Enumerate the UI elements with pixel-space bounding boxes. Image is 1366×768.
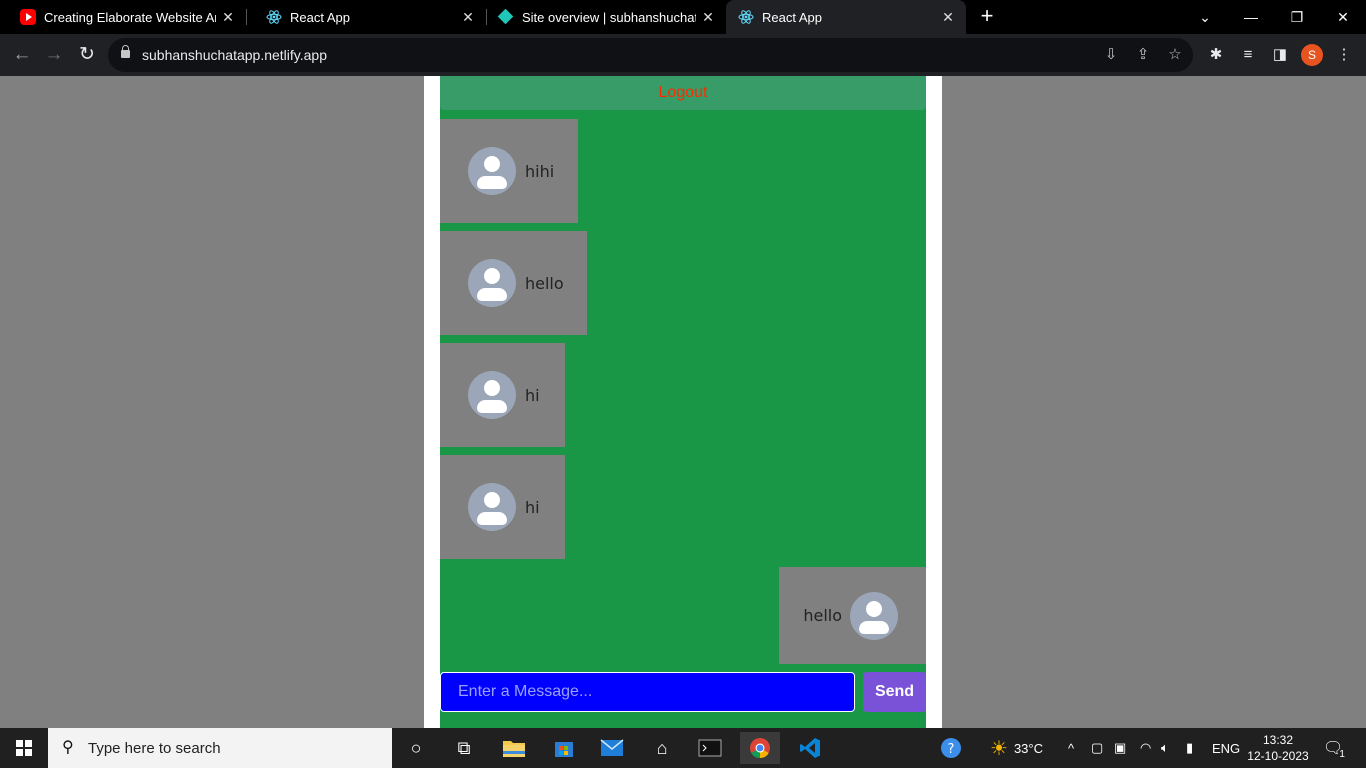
netlify-icon	[498, 9, 514, 25]
search-placeholder: Type here to search	[88, 740, 221, 757]
cortana-icon[interactable]: ○	[396, 732, 436, 764]
tab-react-app-active[interactable]: React App ✕	[726, 0, 966, 34]
url-text: subhanshuchatapp.netlify.app	[142, 47, 327, 63]
restore-button[interactable]: ❐	[1274, 0, 1320, 34]
side-panel-icon[interactable]: ◨	[1269, 44, 1291, 66]
mail-icon[interactable]	[592, 732, 632, 764]
user-avatar-icon	[850, 591, 898, 640]
temperature-text: 33°C	[1013, 740, 1043, 756]
weather-sun-icon: ☀	[990, 737, 1008, 760]
react-icon	[266, 9, 282, 25]
user-avatar-icon	[468, 483, 516, 531]
svg-text:?: ?	[948, 742, 955, 757]
message-text: hi	[525, 497, 540, 517]
logout-button[interactable]: Logout	[440, 76, 926, 110]
reload-icon[interactable]: ↻	[74, 42, 100, 68]
display-icon[interactable]: ▣	[1114, 728, 1126, 768]
back-arrow-icon[interactable]: ←	[9, 42, 35, 68]
tab-search-chevron-icon[interactable]: ⌄	[1182, 0, 1228, 34]
file-explorer-icon[interactable]	[494, 732, 534, 764]
message-input[interactable]	[440, 672, 855, 712]
message-bubble: hi	[440, 455, 565, 559]
close-tab-icon[interactable]: ✕	[940, 9, 956, 25]
message-bubble: hello	[440, 231, 587, 335]
taskbar-search[interactable]: ⚲ Type here to search	[48, 728, 392, 768]
address-bar[interactable]: subhanshuchatapp.netlify.app ⇩ ⇪ ☆	[108, 38, 1193, 72]
search-icon: ⚲	[62, 739, 74, 756]
chrome-icon[interactable]	[740, 732, 780, 764]
vscode-icon[interactable]	[790, 732, 830, 764]
close-tab-icon[interactable]: ✕	[700, 9, 716, 25]
tab-youtube[interactable]: Creating Elaborate Website Anim ✕	[0, 0, 246, 34]
tab-strip: Creating Elaborate Website Anim ✕ React …	[0, 0, 1366, 34]
terminal-icon[interactable]	[690, 732, 730, 764]
battery-alert-icon[interactable]: ▮	[1186, 728, 1193, 768]
message-text: hello	[525, 273, 564, 293]
new-tab-button[interactable]: +	[976, 5, 998, 28]
browser-toolbar: ← → ↻ subhanshuchatapp.netlify.app ⇩ ⇪ ☆…	[0, 34, 1366, 76]
youtube-icon	[20, 9, 36, 25]
task-view-icon[interactable]: ⧉	[444, 732, 484, 764]
close-window-button[interactable]: ✕	[1320, 0, 1366, 34]
tab-react-app-1[interactable]: React App ✕	[246, 0, 486, 34]
security-app-icon[interactable]: ⌂	[642, 732, 682, 764]
start-button[interactable]	[0, 728, 48, 768]
meet-now-icon[interactable]: ▢	[1091, 728, 1103, 768]
user-avatar-icon	[468, 147, 516, 195]
time-text: 13:32	[1262, 733, 1294, 747]
weather-widget[interactable]: ☀ 33°C	[990, 728, 1043, 768]
windows-logo-icon	[16, 740, 32, 756]
tab-title: React App	[290, 9, 350, 25]
microsoft-store-icon[interactable]	[544, 732, 584, 764]
notification-center-icon[interactable]: 🗨︎ 1	[1323, 728, 1345, 768]
user-avatar-icon	[468, 371, 516, 419]
forward-arrow-icon[interactable]: →	[41, 42, 67, 68]
minimize-button[interactable]: —	[1228, 0, 1274, 34]
send-button[interactable]: Send	[863, 672, 926, 712]
tab-title: Creating Elaborate Website Anim	[44, 9, 216, 25]
clock[interactable]: 13:32 12-10-2023	[1246, 732, 1310, 764]
media-queue-icon[interactable]: ≡	[1237, 44, 1259, 66]
page-viewport: Logout hihi hello hi hi hello Send	[0, 76, 1366, 728]
message-bubble: hihi	[440, 119, 578, 223]
chat-panel: Logout hihi hello hi hi hello Send	[440, 76, 926, 728]
react-icon	[738, 9, 754, 25]
message-composer: Send	[440, 672, 926, 712]
taskbar: ⚲ Type here to search ○ ⧉ ⌂ ? ☀ 33°C ^ ▢…	[0, 728, 1366, 768]
profile-avatar[interactable]: S	[1301, 44, 1323, 66]
tab-title: Site overview | subhanshuchatap	[522, 9, 696, 25]
share-icon[interactable]: ⇪	[1133, 45, 1153, 65]
volume-icon[interactable]: 🔈︎	[1161, 728, 1169, 768]
message-bubble: hi	[440, 343, 565, 447]
tab-title: React App	[762, 9, 822, 25]
install-app-icon[interactable]: ⇩	[1101, 45, 1121, 65]
browser-menu-icon[interactable]: ⋮	[1333, 44, 1355, 66]
help-icon[interactable]: ?	[940, 728, 962, 768]
wifi-icon[interactable]: ◠	[1140, 728, 1151, 768]
close-tab-icon[interactable]: ✕	[460, 9, 476, 25]
show-hidden-icons-chevron-icon[interactable]: ^	[1068, 728, 1074, 768]
extensions-puzzle-icon[interactable]: ✱	[1205, 44, 1227, 66]
date-text: 12-10-2023	[1247, 749, 1309, 763]
tab-netlify[interactable]: Site overview | subhanshuchatap ✕	[486, 0, 726, 34]
lock-icon	[121, 45, 130, 58]
message-text: hello	[803, 606, 842, 625]
message-bubble-own: hello	[779, 567, 926, 664]
notification-count: 1	[1339, 748, 1345, 760]
user-avatar-icon	[468, 259, 516, 307]
language-indicator[interactable]: ENG	[1212, 728, 1240, 768]
close-tab-icon[interactable]: ✕	[220, 9, 236, 25]
message-text: hi	[525, 385, 540, 405]
message-text: hihi	[525, 161, 555, 181]
bookmark-star-icon[interactable]: ☆	[1165, 45, 1185, 65]
